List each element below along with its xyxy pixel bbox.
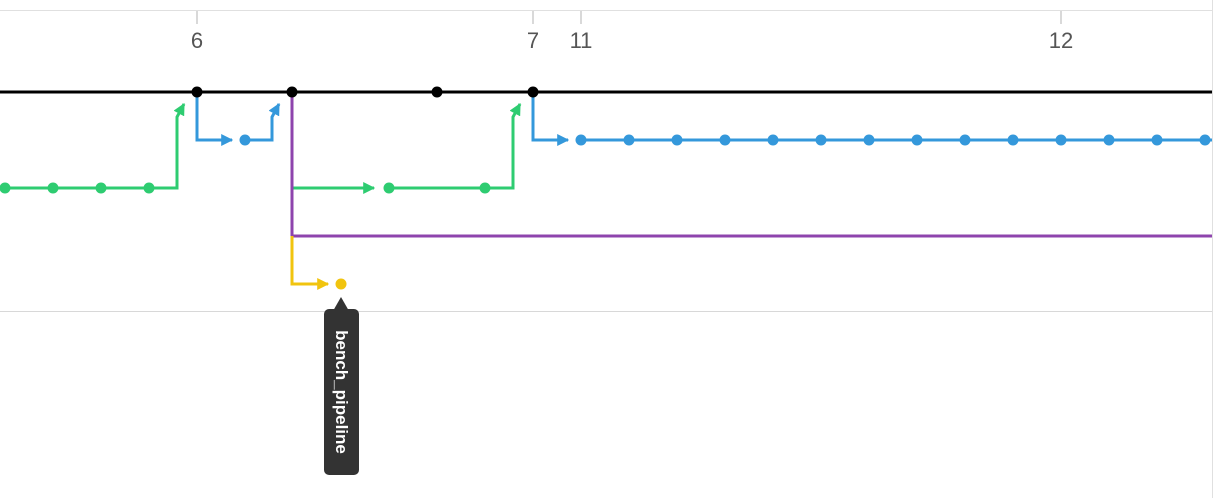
timeline-header: 6 7 11 12 [0,0,1213,498]
network-graph[interactable]: 6 7 11 12 bench_pipeline [0,0,1216,498]
commit-node[interactable] [335,278,347,290]
commit-node[interactable] [286,86,298,98]
commit-node[interactable] [767,134,779,146]
commit-node[interactable] [0,182,11,194]
commits-blue [239,134,1211,146]
commit-node[interactable] [527,86,539,98]
tick-label: 11 [570,28,593,53]
commit-node[interactable] [239,134,251,146]
commit-node[interactable] [479,182,491,194]
branch-line [0,102,186,190]
branch-line [531,92,570,146]
commit-node[interactable] [719,134,731,146]
tick-label: 7 [527,28,539,53]
branch-purple [290,92,1212,238]
commit-node[interactable] [191,86,203,98]
commit-node[interactable] [1151,134,1163,146]
branch-label-text: bench_pipeline [332,330,351,454]
branch-green [0,102,522,194]
tick-label: 6 [191,28,203,53]
branch-blue [195,92,1212,146]
commit-node[interactable] [863,134,875,146]
commit-node[interactable] [1103,134,1115,146]
commit-node[interactable] [383,182,395,194]
commit-node[interactable] [431,86,443,98]
commit-node[interactable] [1199,134,1211,146]
commit-node[interactable] [671,134,683,146]
tag-pointer-icon [333,297,349,311]
commit-node[interactable] [959,134,971,146]
commit-node[interactable] [575,134,587,146]
commit-node[interactable] [47,182,59,194]
commit-node[interactable] [911,134,923,146]
commit-node[interactable] [1055,134,1067,146]
commit-node[interactable] [623,134,635,146]
branch-label[interactable]: bench_pipeline [324,297,359,475]
commit-node[interactable] [95,182,107,194]
commit-node[interactable] [815,134,827,146]
branch-line [245,102,281,142]
tick-label: 12 [1049,28,1073,53]
commit-node[interactable] [1007,134,1019,146]
branch-line [195,92,234,146]
commit-node[interactable] [143,182,155,194]
branch-yellow [290,236,330,290]
branch-line [389,102,522,190]
